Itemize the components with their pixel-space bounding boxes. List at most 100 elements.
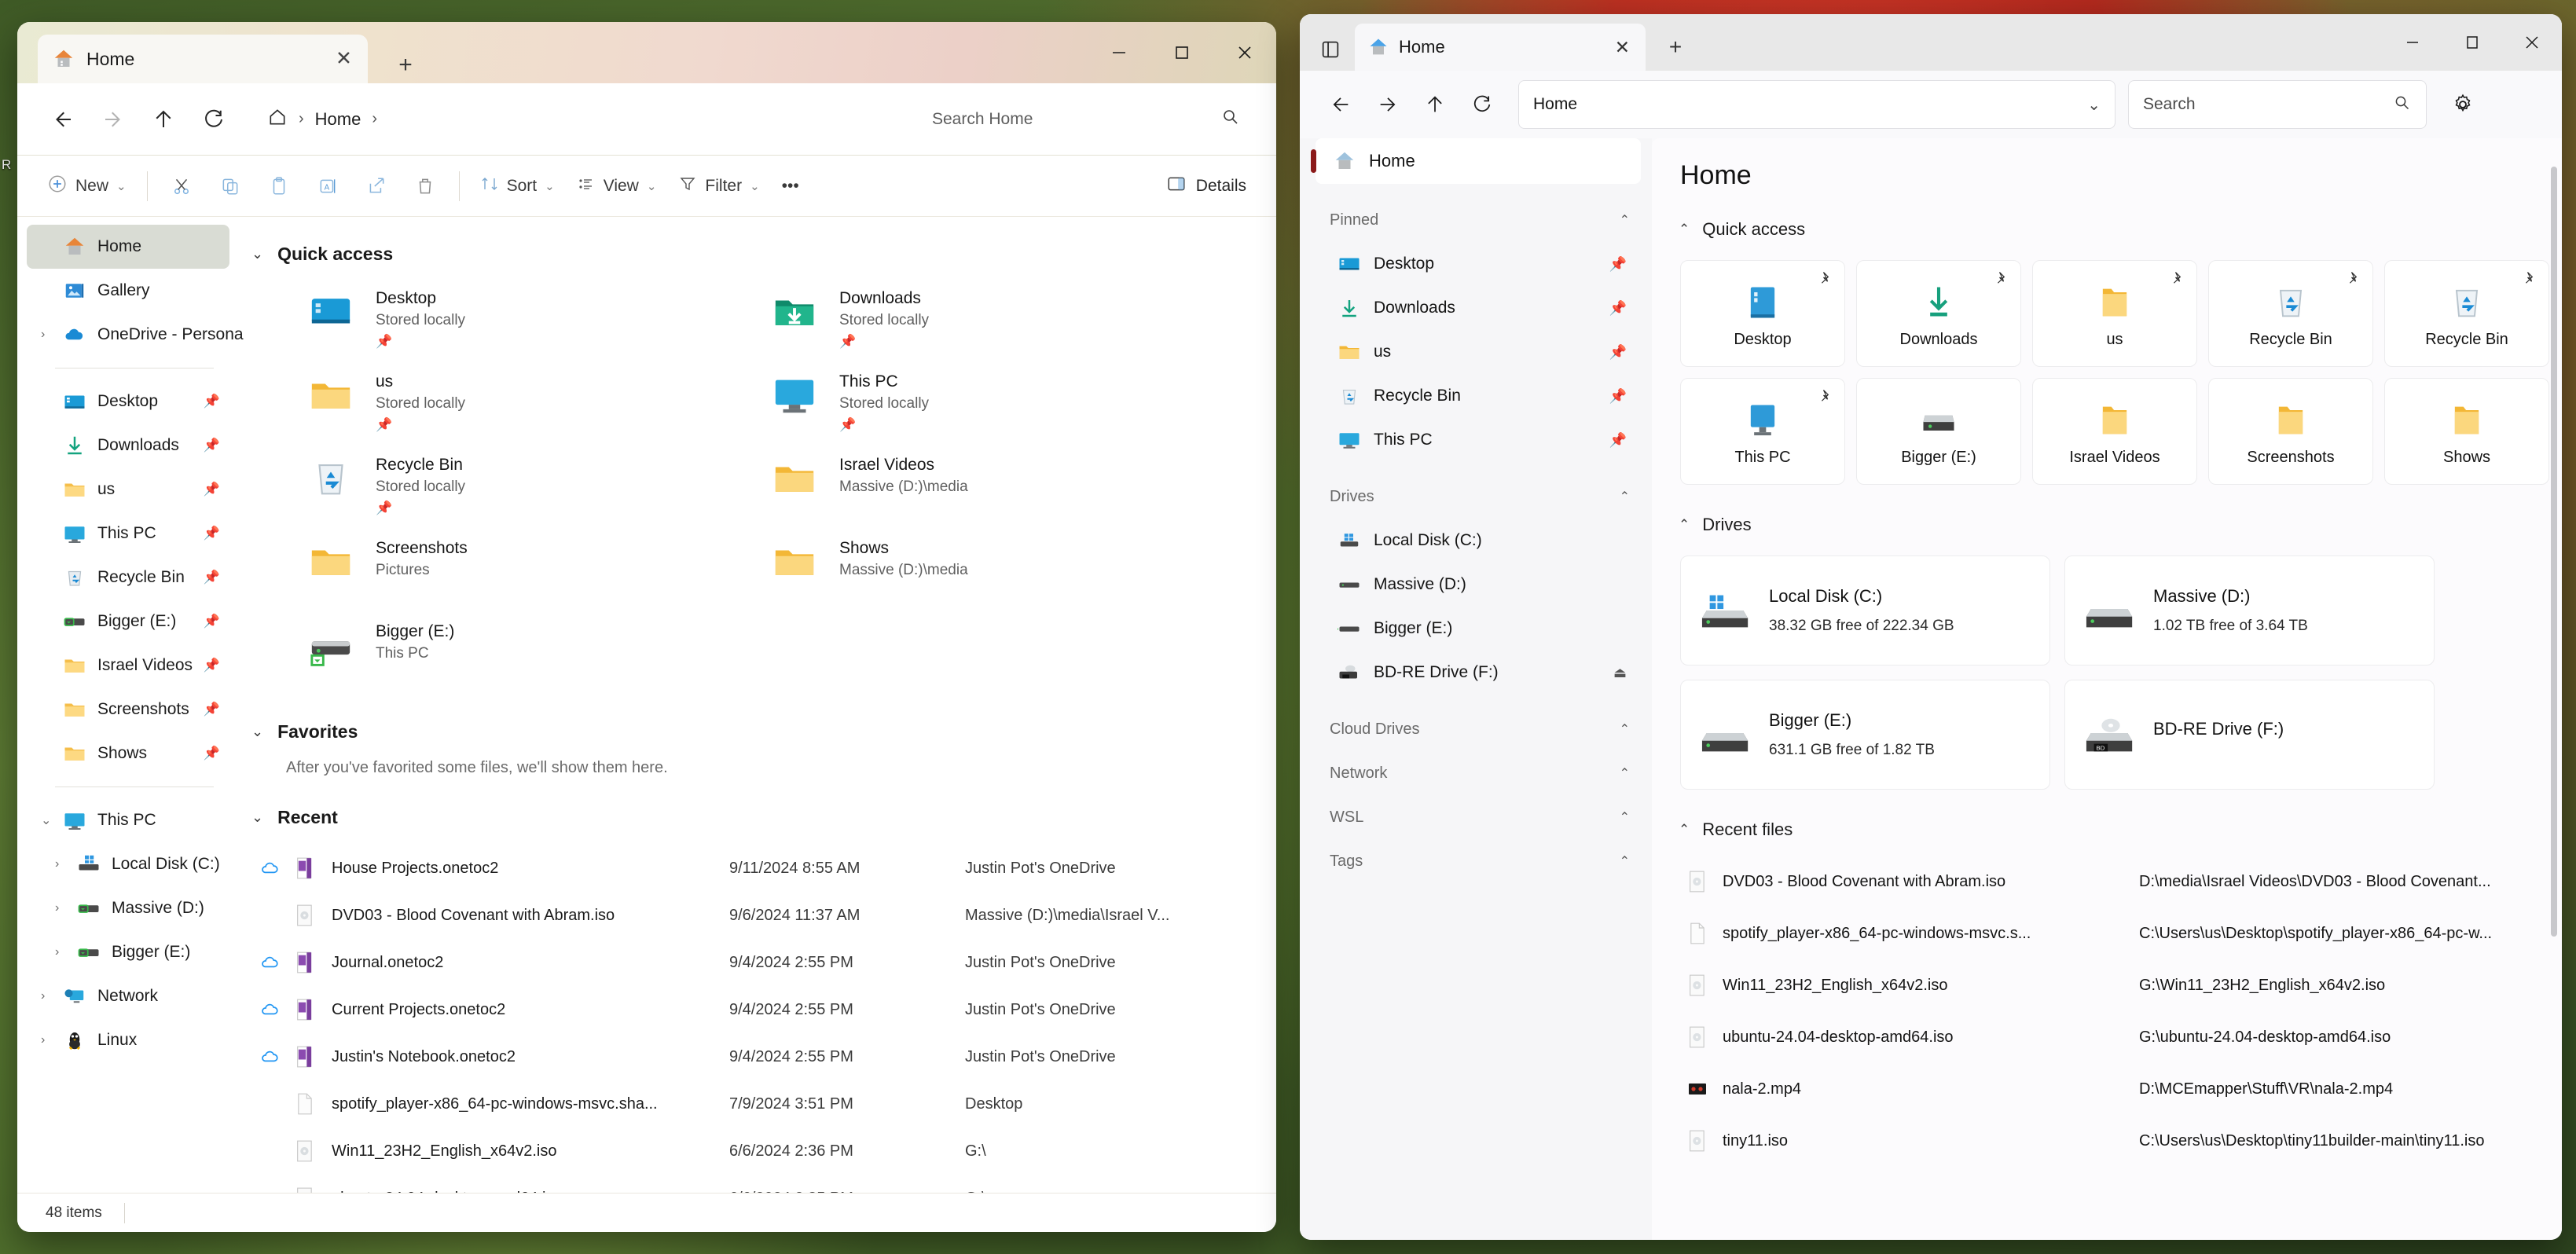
sidebar-item-recycle-bin[interactable]: Recycle Bin 📌 [1316,374,1641,418]
chevron-down-icon[interactable]: ⌄ [545,179,555,193]
sidebar-section-drives[interactable]: Drives ⌃ [1316,475,1641,519]
close-button[interactable] [1213,22,1276,83]
chevron-up-icon[interactable]: ⌃ [1620,765,1630,781]
gear-icon[interactable] [2439,81,2486,128]
up-button[interactable] [138,94,189,145]
chevron-right-icon[interactable]: › [55,857,75,871]
forward-button[interactable] [1364,81,1411,128]
quick-access-tile[interactable]: Recycle Bin [2384,260,2549,367]
quick-access-tile[interactable]: Recycle Bin [2208,260,2373,367]
sidebar-toggle-icon[interactable] [1311,30,1350,69]
forward-button[interactable] [88,94,138,145]
pin-icon[interactable]: 📌 [204,394,220,409]
files-new-tab-button[interactable]: + [1657,30,1693,64]
refresh-button[interactable] [1459,81,1506,128]
chevron-right-icon[interactable]: › [55,945,75,959]
filter-button[interactable]: Filter ⌄ [667,164,770,208]
chevron-right-icon[interactable]: › [55,901,75,915]
paste-button[interactable] [255,164,303,208]
sidebar-item-us[interactable]: us 📌 [27,468,229,512]
pin-icon[interactable]: 📌 [1609,256,1627,273]
table-row[interactable]: Journal.onetoc2 9/4/2024 2:55 PM Justin … [251,939,1260,986]
quick-access-item[interactable]: Screenshots Pictures [251,537,715,621]
rename-button[interactable]: A [303,164,352,208]
sidebar-item-local-disk-c[interactable]: Local Disk (C:) [1316,519,1641,563]
sidebar-tree-linux[interactable]: › Linux [27,1018,229,1062]
quick-access-tile[interactable]: us [2032,260,2197,367]
sidebar-tree-massive-d[interactable]: › Massive (D:) [27,886,229,930]
list-item[interactable]: Win11_23H2_English_x64v2.iso G:\Win11_23… [1680,959,2549,1011]
sidebar-tree-this-pc[interactable]: ⌄ This PC [27,798,229,842]
chevron-up-icon[interactable]: ⌃ [1620,853,1630,869]
chevron-down-icon[interactable]: ⌄ [2087,95,2101,115]
sidebar-section-network[interactable]: Network ⌃ [1316,751,1641,795]
close-icon[interactable]: ✕ [1615,37,1630,58]
explorer-new-tab-button[interactable]: + [387,49,424,82]
pin-icon[interactable] [2522,270,2537,290]
sidebar-item-downloads[interactable]: Downloads 📌 [1316,286,1641,330]
view-button[interactable]: View ⌄ [566,164,668,208]
chevron-down-icon[interactable]: ⌄ [251,809,263,826]
explorer-tab-home[interactable]: Home ✕ [38,35,368,83]
chevron-up-icon[interactable]: ⌃ [1679,222,1690,237]
search-input[interactable]: Search Home [916,94,1256,144]
chevron-up-icon[interactable]: ⌃ [1679,517,1690,533]
breadcrumb-home-icon[interactable] [267,107,288,131]
sidebar-item-recycle-bin[interactable]: Recycle Bin 📌 [27,556,229,600]
back-button[interactable] [38,94,88,145]
copy-button[interactable] [206,164,255,208]
details-pane-button[interactable]: Details [1166,174,1257,199]
pin-icon[interactable] [2170,270,2185,290]
sidebar-item-massive-d[interactable]: Massive (D:) [1316,563,1641,607]
pin-icon[interactable]: 📌 [204,482,220,497]
list-item[interactable]: nala-2.mp4 D:\MCEmapper\Stuff\VR\nala-2.… [1680,1063,2549,1115]
maximize-button[interactable] [1150,22,1213,83]
quick-access-item[interactable]: us Stored locally 📌 [251,371,715,454]
pin-icon[interactable] [1818,270,1833,290]
pin-icon[interactable]: 📌 [376,417,465,433]
desktop-recycle-bin-icon[interactable]: R [2,157,11,173]
pin-icon[interactable]: 📌 [204,614,220,629]
new-button[interactable]: New ⌄ [36,164,138,208]
cut-button[interactable] [157,164,206,208]
back-button[interactable] [1317,81,1364,128]
pin-icon[interactable]: 📌 [1609,344,1627,361]
pin-icon[interactable]: 📌 [1609,300,1627,317]
sidebar-item-shows[interactable]: Shows 📌 [27,732,229,776]
eject-icon[interactable]: ⏏ [1613,665,1627,681]
sidebar-item-this-pc[interactable]: This PC 📌 [27,512,229,556]
sidebar-item-screenshots[interactable]: Screenshots 📌 [27,688,229,732]
quick-access-tile[interactable]: Downloads [1856,260,2021,367]
sidebar-item-home[interactable]: Home [27,225,229,269]
search-input[interactable]: Search [2128,80,2427,129]
minimize-button[interactable] [1088,22,1150,83]
drive-tile[interactable]: Bigger (E:) 631.1 GB free of 1.82 TB [1680,680,2050,790]
quick-access-item[interactable]: Desktop Stored locally 📌 [251,288,715,371]
recent-files-header[interactable]: ⌃ Recent files [1679,812,2554,848]
chevron-up-icon[interactable]: ⌃ [1620,809,1630,825]
chevron-up-icon[interactable]: ⌃ [1620,489,1630,504]
refresh-button[interactable] [189,94,239,145]
list-item[interactable]: DVD03 - Blood Covenant with Abram.iso D:… [1680,856,2549,908]
quick-access-tile[interactable]: This PC [1680,378,1845,485]
pin-icon[interactable]: 📌 [204,438,220,453]
pin-icon[interactable]: 📌 [376,334,465,350]
quick-access-item[interactable]: Israel Videos Massive (D:)\media [715,454,1179,537]
chevron-right-icon[interactable]: › [41,328,61,342]
pin-icon[interactable]: 📌 [1609,388,1627,405]
sidebar-item-desktop[interactable]: Desktop 📌 [27,380,229,424]
drive-tile[interactable]: Local Disk (C:) 38.32 GB free of 222.34 … [1680,556,2050,666]
delete-button[interactable] [401,164,450,208]
pin-icon[interactable]: 📌 [839,417,929,433]
sidebar-item-onedrive[interactable]: › OneDrive - Persona [27,313,244,357]
drives-header[interactable]: ⌃ Drives [1679,507,2554,543]
chevron-down-icon[interactable]: ⌄ [116,179,127,193]
close-button[interactable] [2502,14,2562,71]
drive-tile[interactable]: Massive (D:) 1.02 TB free of 3.64 TB [2064,556,2435,666]
table-row[interactable]: spotify_player-x86_64-pc-windows-msvc.sh… [251,1080,1260,1128]
table-row[interactable]: Justin's Notebook.onetoc2 9/4/2024 2:55 … [251,1033,1260,1080]
chevron-down-icon[interactable]: ⌄ [251,724,263,740]
table-row[interactable]: Win11_23H2_English_x64v2.iso 6/6/2024 2:… [251,1128,1260,1175]
pin-icon[interactable]: 📌 [204,570,220,585]
quick-access-tile[interactable]: Shows [2384,378,2549,485]
